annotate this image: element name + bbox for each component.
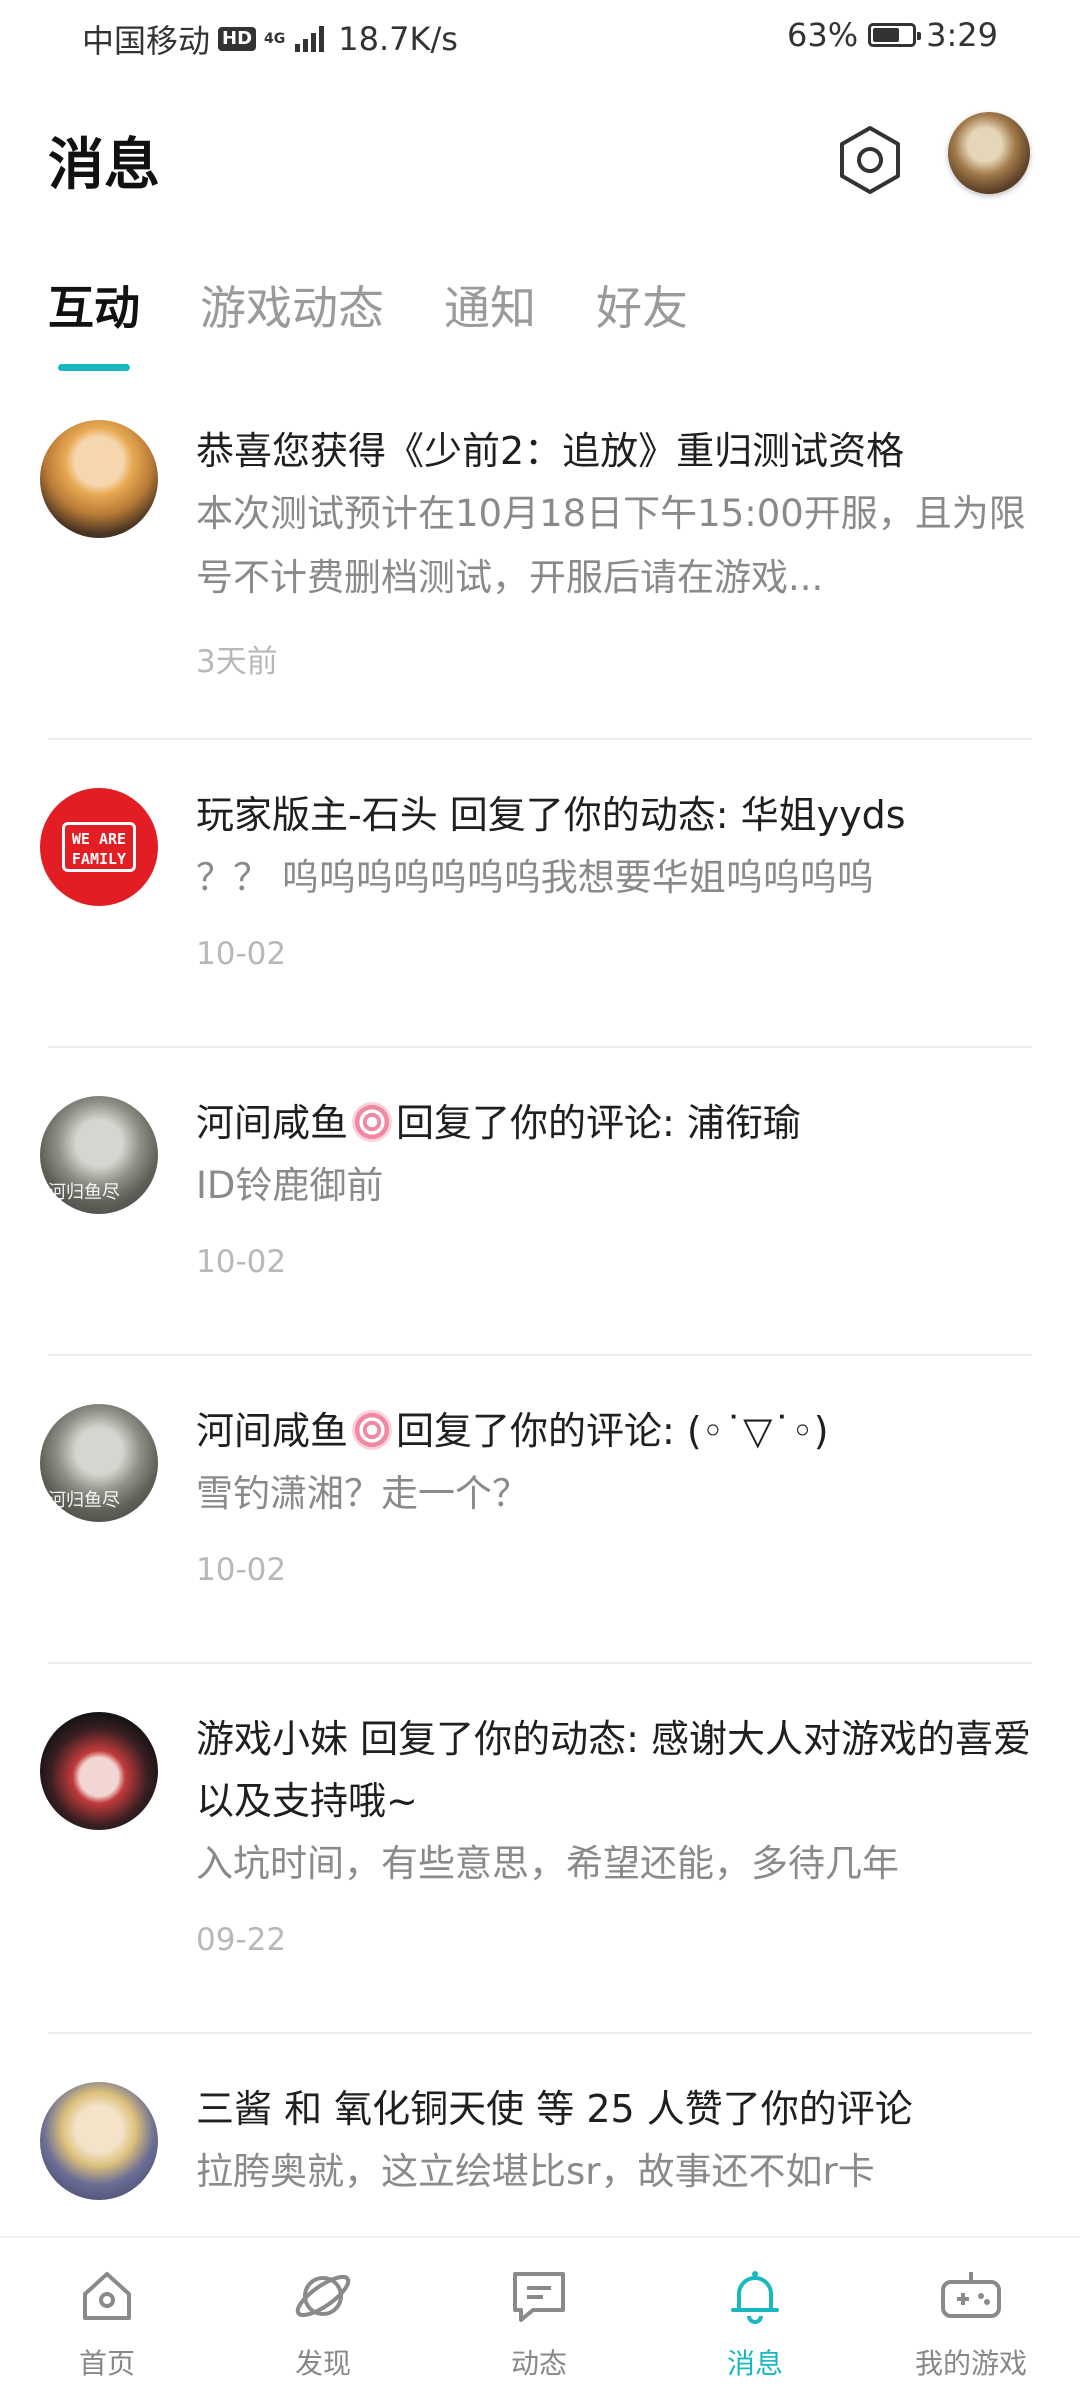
message-body: ？？ 呜呜呜呜呜呜呜我想要华姐呜呜呜呜: [196, 856, 874, 899]
user-avatar[interactable]: [948, 112, 1030, 194]
hd-badge: HD: [218, 27, 257, 51]
page-title: 消息: [48, 133, 160, 198]
message-time: 3天前: [196, 644, 278, 680]
message-time: 10-02: [196, 936, 287, 972]
message-body: ID铃鹿御前: [196, 1164, 384, 1207]
avatar[interactable]: WE ARE FAMILY: [40, 788, 158, 906]
nav-messages[interactable]: 消息: [680, 2264, 830, 2382]
message-item[interactable]: 河归鱼尽 河间咸鱼 回复了你的评论: 浦衔瑜 ID铃鹿御前 10-02: [40, 1048, 1032, 1356]
message-item[interactable]: 游戏小妹 回复了你的动态: 感谢大人对游戏的喜爱以及支持哦~ 入坑时间，有些意思…: [40, 1664, 1032, 2034]
sender-name: 河间咸鱼: [196, 1409, 349, 1453]
nav-discover[interactable]: 发现: [248, 2264, 398, 2382]
avatar-watermark: 河归鱼尽: [48, 1182, 120, 1203]
message-list: 恭喜您获得《少前2：追放》重归测试资格 本次测试预计在10月18日下午15:00…: [0, 380, 1080, 2254]
bottom-nav: 首页 发现 动态 消息 我的游戏: [0, 2236, 1080, 2402]
home-icon: [83, 2272, 131, 2320]
message-item[interactable]: 河归鱼尽 河间咸鱼 回复了你的评论: (◦˙▽˙◦) 雪钓潇湘？走一个？ 10-0…: [40, 1356, 1032, 1664]
battery-icon: [868, 23, 922, 47]
message-time: 09-22: [196, 1922, 287, 1958]
message-body: 本次测试预计在10月18日下午15:00开服，且为限号不计费删档测试，开服后请在…: [196, 492, 1026, 599]
planet-icon: [295, 2274, 351, 2318]
nav-feed[interactable]: 动态: [464, 2264, 614, 2382]
tab-friends[interactable]: 好友: [596, 272, 688, 338]
sender-name: 河间咸鱼: [196, 1101, 349, 1145]
nav-my-games[interactable]: 我的游戏: [896, 2264, 1046, 2382]
message-title: 三酱 和 氧化铜天使 等 25 人赞了你的评论: [196, 2087, 913, 2131]
avatar-watermark: 河归鱼尽: [48, 1490, 120, 1511]
tab-indicator: [58, 364, 130, 371]
message-body: 拉胯奥就，这立绘堪比sr，故事还不如r卡: [196, 2150, 875, 2193]
message-item[interactable]: 三酱 和 氧化铜天使 等 25 人赞了你的评论 拉胯奥就，这立绘堪比sr，故事还…: [40, 2034, 1032, 2254]
message-body: 雪钓潇湘？走一个？: [196, 1472, 529, 1515]
narutomaki-icon: [352, 1410, 393, 1450]
message-tabs: 互动 游戏动态 通知 好友: [48, 272, 688, 371]
message-body: 入坑时间，有些意思，希望还能，多待几年: [196, 1842, 899, 1885]
network-speed: 18.7K/s: [338, 20, 458, 58]
family-logo: WE ARE FAMILY: [62, 822, 136, 872]
message-title: 河间咸鱼 回复了你的评论: (◦˙▽˙◦): [196, 1400, 1032, 1462]
message-title: 恭喜您获得《少前2：追放》重归测试资格: [196, 429, 905, 473]
message-action: 回复了你的评论: (◦˙▽˙◦): [396, 1409, 829, 1453]
bell-icon: [731, 2271, 779, 2324]
message-title: 河间咸鱼 回复了你的评论: 浦衔瑜: [196, 1092, 1032, 1154]
message-time: 10-02: [196, 1244, 287, 1280]
avatar[interactable]: [40, 2082, 158, 2200]
status-bar: 中国移动 HD 4G 18.7K/s 63% 3:29: [0, 0, 1080, 80]
tab-game-news[interactable]: 游戏动态: [200, 272, 384, 338]
message-item[interactable]: WE ARE FAMILY 玩家版主-石头 回复了你的动态: 华姐yyds ？？…: [40, 740, 1032, 1048]
gamepad-icon: [941, 2272, 1001, 2318]
message-time: 10-02: [196, 1552, 287, 1588]
clock: 3:29: [926, 16, 998, 54]
battery-percent: 63%: [787, 16, 859, 54]
carrier-name: 中国移动: [82, 22, 211, 60]
nav-home[interactable]: 首页: [32, 2264, 182, 2382]
message-title: 游戏小妹 回复了你的动态: 感谢大人对游戏的喜爱以及支持哦~: [196, 1717, 1031, 1823]
message-action: 回复了你的评论: 浦衔瑜: [396, 1101, 801, 1145]
tab-notifications[interactable]: 通知: [444, 272, 536, 338]
network-type: 4G: [264, 31, 286, 47]
message-item[interactable]: 恭喜您获得《少前2：追放》重归测试资格 本次测试预计在10月18日下午15:00…: [40, 380, 1032, 740]
signal-icon: [295, 26, 325, 52]
avatar[interactable]: 河归鱼尽: [40, 1096, 158, 1214]
avatar[interactable]: 河归鱼尽: [40, 1404, 158, 1522]
chat-icon: [513, 2272, 565, 2322]
avatar[interactable]: [40, 420, 158, 538]
settings-button[interactable]: [830, 120, 910, 200]
avatar[interactable]: [40, 1712, 158, 1830]
narutomaki-icon: [352, 1102, 393, 1142]
message-title: 玩家版主-石头 回复了你的动态: 华姐yyds: [196, 793, 906, 837]
settings-hex-icon: [840, 126, 900, 194]
tab-interaction[interactable]: 互动: [48, 272, 140, 371]
